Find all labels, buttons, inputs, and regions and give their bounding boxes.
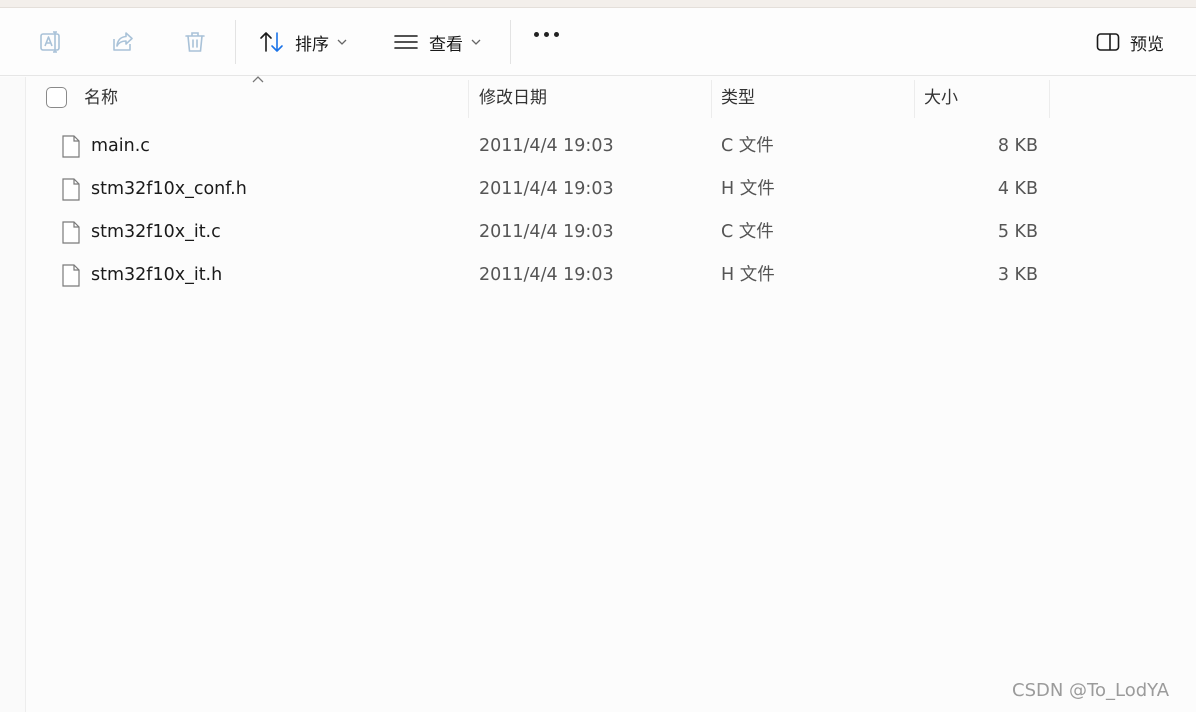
column-header-date[interactable]: 修改日期: [479, 84, 547, 112]
preview-pane-icon: [1096, 33, 1120, 51]
column-header-size[interactable]: 大小: [924, 84, 958, 112]
list-view-icon: [394, 35, 418, 49]
file-icon: [62, 221, 80, 244]
file-size: 4 KB: [997, 179, 1038, 199]
preview-label: 预览: [1130, 34, 1164, 55]
file-row[interactable]: stm32f10x_it.h 2011/4/4 19:03 H 文件 3 KB: [26, 254, 1196, 297]
more-dot-icon: [534, 32, 539, 37]
chevron-down-icon: [471, 39, 481, 45]
watermark: CSDN @To_LodYA: [1012, 680, 1170, 701]
more-dot-icon: [554, 32, 559, 37]
file-type: C 文件: [721, 222, 774, 242]
column-divider[interactable]: [1049, 80, 1050, 118]
delete-icon[interactable]: [181, 28, 209, 56]
file-date: 2011/4/4 19:03: [479, 179, 614, 199]
rename-icon[interactable]: [37, 28, 65, 56]
column-header-name[interactable]: 名称: [84, 84, 118, 112]
window-top-strip: [0, 0, 1196, 8]
file-type: H 文件: [721, 179, 775, 199]
more-dot-icon: [544, 32, 549, 37]
view-label: 查看: [429, 34, 463, 55]
file-row[interactable]: stm32f10x_conf.h 2011/4/4 19:03 H 文件 4 K…: [26, 168, 1196, 211]
file-name: main.c: [91, 136, 150, 156]
column-divider[interactable]: [914, 80, 915, 118]
navigation-pane-edge: [0, 77, 26, 712]
file-type: C 文件: [721, 136, 774, 156]
sort-ascending-caret-icon: [252, 76, 264, 83]
file-date: 2011/4/4 19:03: [479, 136, 614, 156]
sort-button[interactable]: 排序: [259, 26, 347, 58]
more-options-button[interactable]: [534, 32, 559, 37]
file-name: stm32f10x_it.c: [91, 222, 221, 242]
file-row[interactable]: stm32f10x_it.c 2011/4/4 19:03 C 文件 5 KB: [26, 211, 1196, 254]
file-size: 5 KB: [997, 222, 1038, 242]
file-icon: [62, 264, 80, 287]
toolbar-separator: [510, 20, 511, 64]
file-row[interactable]: main.c 2011/4/4 19:03 C 文件 8 KB: [26, 125, 1196, 168]
column-header-type[interactable]: 类型: [721, 84, 755, 112]
file-type: H 文件: [721, 265, 775, 285]
file-name: stm32f10x_it.h: [91, 265, 223, 285]
share-icon[interactable]: [109, 28, 137, 56]
file-icon: [62, 178, 80, 201]
sort-label: 排序: [295, 34, 329, 55]
command-bar: 排序 查看 预览: [0, 8, 1196, 76]
file-date: 2011/4/4 19:03: [479, 222, 614, 242]
sort-arrows-icon: [260, 32, 283, 52]
file-icon: [62, 135, 80, 158]
file-name: stm32f10x_conf.h: [91, 179, 247, 199]
view-button[interactable]: 查看: [393, 26, 481, 58]
toolbar-separator: [235, 20, 236, 64]
column-divider[interactable]: [711, 80, 712, 118]
preview-pane-button[interactable]: 预览: [1096, 26, 1164, 58]
chevron-down-icon: [337, 39, 347, 45]
column-divider[interactable]: [468, 80, 469, 118]
file-date: 2011/4/4 19:03: [479, 265, 614, 285]
file-size: 3 KB: [997, 265, 1038, 285]
select-all-checkbox[interactable]: [46, 87, 67, 108]
file-size: 8 KB: [997, 136, 1038, 156]
